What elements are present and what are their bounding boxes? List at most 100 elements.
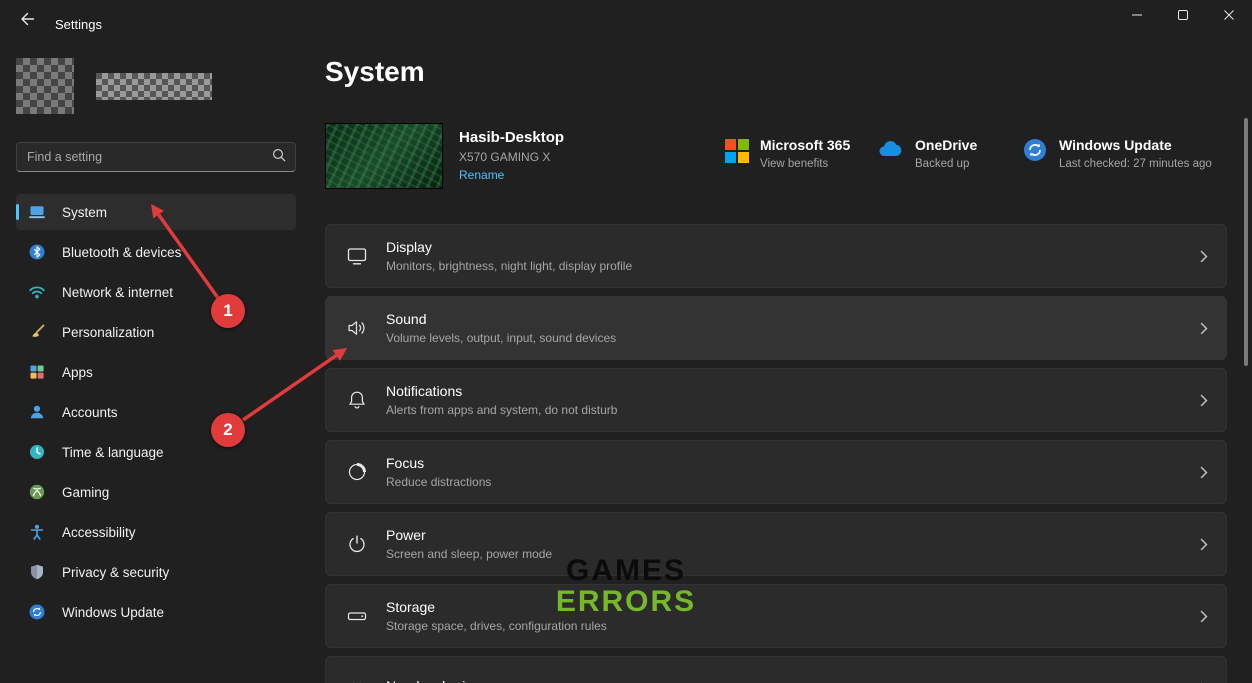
settings-row-title: Display [386, 239, 632, 255]
apps-grid-icon [28, 363, 46, 381]
status-title: Windows Update [1059, 137, 1212, 153]
device-wallpaper-thumbnail [325, 123, 443, 189]
sidebar-item-label: Network & internet [62, 285, 173, 300]
page-title: System [325, 56, 425, 88]
sidebar-item-label: Apps [62, 365, 93, 380]
sidebar-item-accounts[interactable]: Accounts [16, 394, 296, 430]
search-icon [271, 147, 287, 168]
window-controls [1114, 0, 1252, 34]
status-subtitle: Last checked: 27 minutes ago [1059, 158, 1212, 170]
accounts-person-icon [28, 403, 46, 421]
device-strip: Hasib-Desktop X570 GAMING X Rename Micro… [325, 123, 1227, 193]
search-box [16, 142, 296, 172]
scrollbar-thumb[interactable] [1244, 118, 1248, 366]
settings-row-nearby-sharing[interactable]: Nearby sharing [325, 656, 1227, 683]
device-model: X570 GAMING X [459, 150, 564, 164]
accessibility-person-icon [28, 523, 46, 541]
settings-row-sound[interactable]: Sound Volume levels, output, input, soun… [325, 296, 1227, 360]
sidebar-item-apps[interactable]: Apps [16, 354, 296, 390]
back-button[interactable] [10, 6, 44, 36]
settings-row-title: Notifications [386, 383, 617, 399]
chevron-right-icon [1200, 322, 1208, 335]
avatar [16, 58, 74, 114]
sidebar-item-bluetooth-devices[interactable]: Bluetooth & devices [16, 234, 296, 270]
clock-icon [28, 443, 46, 461]
settings-row-storage[interactable]: Storage Storage space, drives, configura… [325, 584, 1227, 648]
device-info: Hasib-Desktop X570 GAMING X Rename [459, 129, 564, 182]
user-name-redacted [96, 73, 212, 100]
windows-update-icon [28, 603, 46, 621]
sidebar-item-label: Time & language [62, 445, 164, 460]
settings-window: Settings System [0, 0, 1252, 683]
focus-icon [345, 460, 369, 484]
settings-row-power[interactable]: Power Screen and sleep, power mode [325, 512, 1227, 576]
maximize-button[interactable] [1160, 0, 1206, 34]
display-icon [345, 244, 369, 268]
shield-icon [28, 563, 46, 581]
status-subtitle: View benefits [760, 158, 850, 170]
chevron-right-icon [1200, 394, 1208, 407]
settings-row-focus[interactable]: Focus Reduce distractions [325, 440, 1227, 504]
storage-drive-icon [345, 604, 369, 628]
sidebar-item-time-language[interactable]: Time & language [16, 434, 296, 470]
window-title: Settings [55, 17, 102, 32]
status-windows-update[interactable]: Windows Update Last checked: 27 minutes … [1022, 137, 1212, 170]
chevron-right-icon [1200, 538, 1208, 551]
personalization-brush-icon [28, 323, 46, 341]
status-microsoft-365[interactable]: Microsoft 365 View benefits [725, 137, 850, 170]
sidebar-item-label: Windows Update [62, 605, 164, 620]
settings-row-subtitle: Screen and sleep, power mode [386, 547, 552, 561]
nearby-sharing-icon [345, 676, 369, 683]
settings-row-title: Storage [386, 599, 607, 615]
user-profile[interactable] [16, 58, 212, 114]
titlebar: Settings [0, 0, 1252, 48]
status-subtitle: Backed up [915, 158, 977, 170]
minimize-button[interactable] [1114, 0, 1160, 34]
sidebar-item-label: Personalization [62, 325, 154, 340]
settings-row-subtitle: Monitors, brightness, night light, displ… [386, 259, 632, 273]
back-arrow-icon [18, 10, 36, 33]
sidebar-item-network-internet[interactable]: Network & internet [16, 274, 296, 310]
sidebar-nav: System Bluetooth & devices Network & int… [16, 194, 296, 634]
sidebar-item-system[interactable]: System [16, 194, 296, 230]
settings-row-subtitle: Storage space, drives, configuration rul… [386, 619, 607, 633]
windows-update-icon [1022, 137, 1048, 170]
sidebar-item-privacy-security[interactable]: Privacy & security [16, 554, 296, 590]
chevron-right-icon [1200, 466, 1208, 479]
sidebar-item-label: System [62, 205, 107, 220]
sidebar-item-accessibility[interactable]: Accessibility [16, 514, 296, 550]
sidebar-item-personalization[interactable]: Personalization [16, 314, 296, 350]
device-name: Hasib-Desktop [459, 129, 564, 146]
gaming-xbox-icon [28, 483, 46, 501]
maximize-icon [1177, 8, 1189, 26]
sidebar-item-label: Accessibility [62, 525, 136, 540]
sidebar-item-label: Accounts [62, 405, 118, 420]
settings-row-title: Nearby sharing [386, 678, 481, 683]
chevron-right-icon [1200, 610, 1208, 623]
settings-row-subtitle: Alerts from apps and system, do not dist… [386, 403, 617, 417]
chevron-right-icon [1200, 250, 1208, 263]
settings-list: Display Monitors, brightness, night ligh… [325, 224, 1227, 683]
sound-speaker-icon [345, 316, 369, 340]
sidebar-item-gaming[interactable]: Gaming [16, 474, 296, 510]
microsoft-365-icon [725, 139, 749, 163]
sidebar-item-windows-update[interactable]: Windows Update [16, 594, 296, 630]
status-title: OneDrive [915, 137, 977, 153]
search-input[interactable] [27, 150, 271, 164]
settings-row-title: Power [386, 527, 552, 543]
minimize-icon [1131, 8, 1143, 26]
status-title: Microsoft 365 [760, 137, 850, 153]
notifications-bell-icon [345, 388, 369, 412]
status-onedrive[interactable]: OneDrive Backed up [876, 137, 977, 170]
sidebar-item-label: Gaming [62, 485, 109, 500]
settings-row-title: Focus [386, 455, 491, 471]
power-icon [345, 532, 369, 556]
settings-row-subtitle: Reduce distractions [386, 475, 491, 489]
rename-link[interactable]: Rename [459, 168, 504, 182]
settings-row-notifications[interactable]: Notifications Alerts from apps and syste… [325, 368, 1227, 432]
settings-row-subtitle: Volume levels, output, input, sound devi… [386, 331, 616, 345]
close-button[interactable] [1206, 0, 1252, 34]
sidebar-item-label: Privacy & security [62, 565, 169, 580]
settings-row-display[interactable]: Display Monitors, brightness, night ligh… [325, 224, 1227, 288]
system-monitor-icon [28, 203, 46, 221]
